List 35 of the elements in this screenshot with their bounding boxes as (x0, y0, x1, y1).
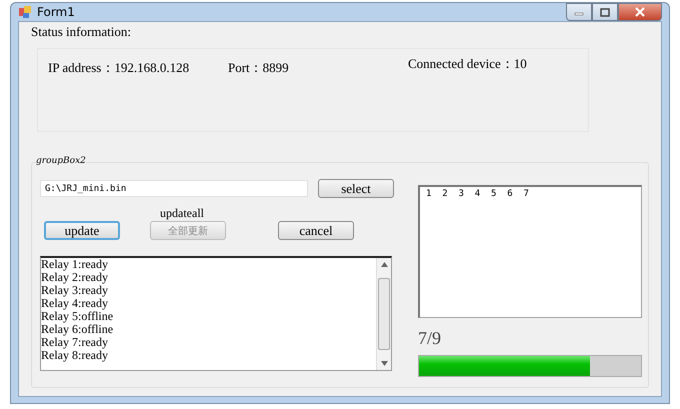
status-label: Port： (228, 60, 263, 75)
relay-item[interactable]: Relay 2:ready (41, 271, 376, 284)
relay-item[interactable]: Relay 5:offline (41, 310, 376, 323)
relay-item[interactable]: Relay 6:offline (41, 323, 376, 336)
status-value: 192.168.0.128 (114, 60, 190, 75)
file-path-field[interactable]: G:\JRJ_mini.bin (40, 180, 308, 197)
relay-item[interactable]: Relay 1:ready (41, 258, 376, 271)
select-button[interactable]: select (318, 179, 394, 198)
relay-item[interactable]: Relay 4:ready (41, 297, 376, 310)
output-text: 1 2 3 4 5 6 7 (426, 189, 529, 199)
scroll-thumb[interactable] (378, 278, 390, 350)
minimize-button[interactable] (566, 3, 592, 21)
status-heading: Status information: (31, 24, 132, 40)
relay-item[interactable]: Relay 8:ready (41, 349, 376, 362)
scroll-bar[interactable] (376, 258, 391, 370)
close-button[interactable] (618, 3, 662, 21)
status-label: Connected device： (408, 56, 514, 71)
scroll-up-icon (380, 262, 388, 267)
status-value: 10 (514, 56, 527, 71)
status-label: IP address： (48, 60, 114, 75)
group-title: groupBox2 (36, 156, 86, 166)
relay-item[interactable]: Relay 7:ready (41, 336, 376, 349)
relay-item[interactable]: Relay 3:ready (41, 284, 376, 297)
maximize-icon (600, 8, 610, 16)
progress-text: 7/9 (418, 328, 442, 349)
relay-list[interactable]: Relay 1:ready Relay 2:ready Relay 3:ready Relay 4:ready Relay 5:offline Relay 6:offline Relay 7:ready Relay 8:ready (40, 256, 392, 371)
close-icon (635, 7, 645, 17)
updateall-label: updateall (160, 206, 205, 221)
scroll-down-icon (380, 361, 388, 366)
status-value: 8899 (262, 60, 289, 75)
action-button[interactable]: cancel (278, 221, 354, 240)
window-title: Form1 (37, 5, 75, 19)
maximize-button[interactable] (592, 3, 618, 21)
action-button[interactable]: update (44, 221, 120, 240)
app-icon (18, 5, 32, 19)
